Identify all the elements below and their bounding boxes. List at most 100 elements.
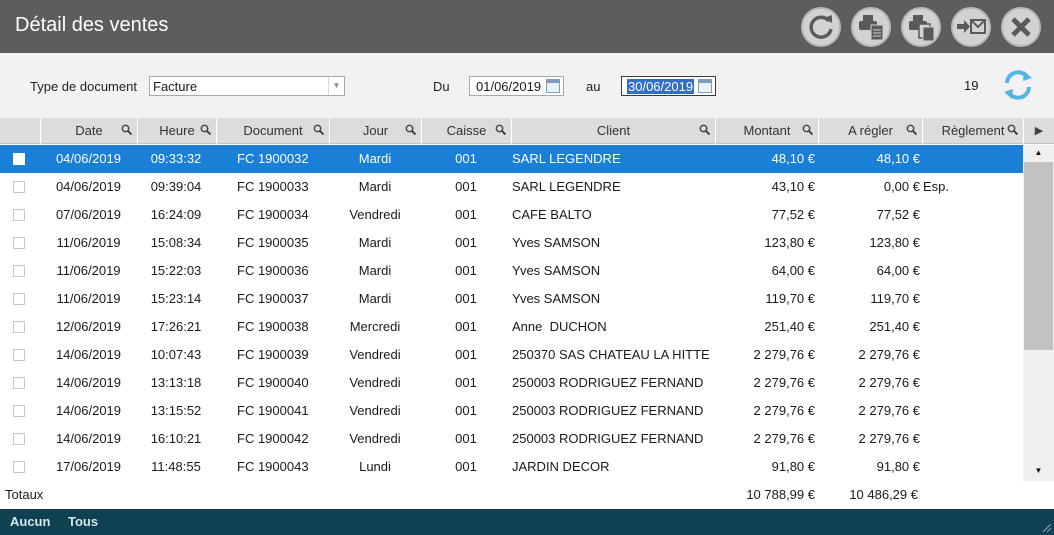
to-date-input[interactable]: 30/06/2019 xyxy=(621,76,716,96)
refresh-icon[interactable] xyxy=(999,66,1037,104)
print-document-button[interactable] xyxy=(851,7,891,47)
search-icon[interactable] xyxy=(699,124,710,135)
close-button[interactable] xyxy=(1001,7,1041,47)
column-header-date[interactable]: Date xyxy=(41,118,138,144)
table-row[interactable]: 11/06/2019 15:22:03 FC 1900036 Mardi 001… xyxy=(0,257,1023,285)
send-mail-button[interactable] xyxy=(951,7,991,47)
column-header-document[interactable]: Document xyxy=(217,118,330,144)
cell-day: Vendredi xyxy=(349,403,401,418)
cell-payment xyxy=(923,425,1013,453)
window-title: Détail des ventes xyxy=(15,14,169,36)
cell-hour: 16:10:21 xyxy=(150,431,202,446)
row-checkbox[interactable] xyxy=(13,405,25,417)
cell-date: 14/06/2019 xyxy=(55,403,122,418)
cell-hour: 15:23:14 xyxy=(150,291,202,306)
table-row[interactable]: 14/06/2019 13:15:52 FC 1900041 Vendredi … xyxy=(0,397,1023,425)
search-icon[interactable] xyxy=(313,124,324,135)
table-row[interactable]: 14/06/2019 16:10:21 FC 1900042 Vendredi … xyxy=(0,425,1023,453)
column-header-payment[interactable]: Règlement xyxy=(923,118,1024,144)
row-checkbox[interactable] xyxy=(13,293,25,305)
table-row[interactable]: 17/06/2019 11:48:55 FC 1900043 Lundi 001… xyxy=(0,453,1023,481)
cell-due: 2 279,76 € xyxy=(858,403,920,418)
scroll-up-icon[interactable]: ▲ xyxy=(1023,145,1054,161)
row-checkbox[interactable] xyxy=(13,237,25,249)
column-label: Montant xyxy=(743,123,791,138)
table-row[interactable]: 04/06/2019 09:39:04 FC 1900033 Mardi 001… xyxy=(0,173,1023,201)
table-row[interactable]: 07/06/2019 16:24:09 FC 1900034 Vendredi … xyxy=(0,201,1023,229)
cell-day: Mardi xyxy=(358,263,392,278)
resize-grip-icon[interactable] xyxy=(1042,523,1052,533)
chevron-right-icon[interactable]: ▶ xyxy=(1024,118,1054,144)
from-date-input[interactable]: 01/06/2019 xyxy=(469,76,564,96)
select-all-button[interactable]: Tous xyxy=(68,514,98,529)
cell-client: 250003 RODRIGUEZ FERNAND xyxy=(512,375,704,390)
doc-type-value: Facture xyxy=(153,79,198,94)
cell-due: 251,40 € xyxy=(869,319,920,334)
cell-payment xyxy=(923,453,1013,481)
select-none-button[interactable]: Aucun xyxy=(10,514,50,529)
table-row[interactable]: 11/06/2019 15:08:34 FC 1900035 Mardi 001… xyxy=(0,229,1023,257)
row-checkbox[interactable] xyxy=(13,181,25,193)
search-icon[interactable] xyxy=(802,124,813,135)
column-header-hour[interactable]: Heure xyxy=(138,118,217,144)
cell-day: Mardi xyxy=(358,151,392,166)
calendar-icon[interactable] xyxy=(546,79,560,93)
calendar-icon[interactable] xyxy=(698,79,712,93)
cell-hour: 13:15:52 xyxy=(150,403,202,418)
column-label: Caisse xyxy=(446,123,487,138)
row-checkbox[interactable] xyxy=(13,321,25,333)
sales-grid: 04/06/2019 09:33:32 FC 1900032 Mardi 001… xyxy=(0,145,1023,481)
refresh-button[interactable] xyxy=(801,7,841,47)
search-icon[interactable] xyxy=(200,124,211,135)
cell-payment xyxy=(923,397,1013,425)
row-checkbox[interactable] xyxy=(13,377,25,389)
search-icon[interactable] xyxy=(906,124,917,135)
table-row[interactable]: 14/06/2019 10:07:43 FC 1900039 Vendredi … xyxy=(0,341,1023,369)
row-checkbox[interactable] xyxy=(13,265,25,277)
doc-type-select[interactable]: Facture ▼ xyxy=(149,76,345,96)
row-checkbox[interactable] xyxy=(13,153,25,165)
column-header-day[interactable]: Jour xyxy=(330,118,422,144)
column-label: Date xyxy=(75,123,103,138)
search-icon[interactable] xyxy=(405,124,416,135)
cell-till: 001 xyxy=(455,319,477,334)
column-header-till[interactable]: Caisse xyxy=(422,118,512,144)
doc-type-label: Type de document xyxy=(30,79,137,94)
search-icon[interactable] xyxy=(495,124,506,135)
scrollbar-thumb[interactable] xyxy=(1024,162,1053,350)
cell-day: Lundi xyxy=(359,459,391,474)
table-row[interactable]: 04/06/2019 09:33:32 FC 1900032 Mardi 001… xyxy=(0,145,1023,173)
table-row[interactable]: 14/06/2019 13:13:18 FC 1900040 Vendredi … xyxy=(0,369,1023,397)
table-row[interactable]: 11/06/2019 15:23:14 FC 1900037 Mardi 001… xyxy=(0,285,1023,313)
cell-client: Yves SAMSON xyxy=(512,235,601,250)
title-bar: Détail des ventes xyxy=(0,0,1054,53)
column-header-client[interactable]: Client xyxy=(512,118,716,144)
cell-client: SARL LEGENDRE xyxy=(512,151,621,166)
chevron-down-icon[interactable]: ▼ xyxy=(328,77,344,95)
search-icon[interactable] xyxy=(121,124,132,135)
grid-header: Date Heure Document Jour Caisse Client M… xyxy=(0,118,1054,144)
cell-hour: 15:08:34 xyxy=(150,235,202,250)
column-header-due[interactable]: A régler xyxy=(819,118,923,144)
search-icon[interactable] xyxy=(1007,124,1018,135)
cell-amount: 251,40 € xyxy=(764,319,815,334)
print-copy-button[interactable] xyxy=(901,7,941,47)
cell-document: FC 1900042 xyxy=(237,431,309,446)
from-date-value: 01/06/2019 xyxy=(476,79,542,94)
row-checkbox[interactable] xyxy=(13,461,25,473)
column-header-amount[interactable]: Montant xyxy=(716,118,819,144)
vertical-scrollbar[interactable]: ▲ ▼ xyxy=(1023,145,1054,481)
row-checkbox[interactable] xyxy=(13,209,25,221)
cell-client: 250370 SAS CHATEAU LA HITTE xyxy=(512,347,710,362)
scroll-down-icon[interactable]: ▼ xyxy=(1023,463,1054,479)
row-checkbox[interactable] xyxy=(13,349,25,361)
cell-amount: 2 279,76 € xyxy=(753,347,815,362)
row-checkbox[interactable] xyxy=(13,433,25,445)
cell-client: Yves SAMSON xyxy=(512,291,601,306)
cell-date: 12/06/2019 xyxy=(55,319,122,334)
cell-till: 001 xyxy=(455,235,477,250)
table-row[interactable]: 12/06/2019 17:26:21 FC 1900038 Mercredi … xyxy=(0,313,1023,341)
from-date-label: Du xyxy=(433,79,450,94)
to-date-label: au xyxy=(586,79,601,94)
cell-payment xyxy=(923,229,1013,257)
